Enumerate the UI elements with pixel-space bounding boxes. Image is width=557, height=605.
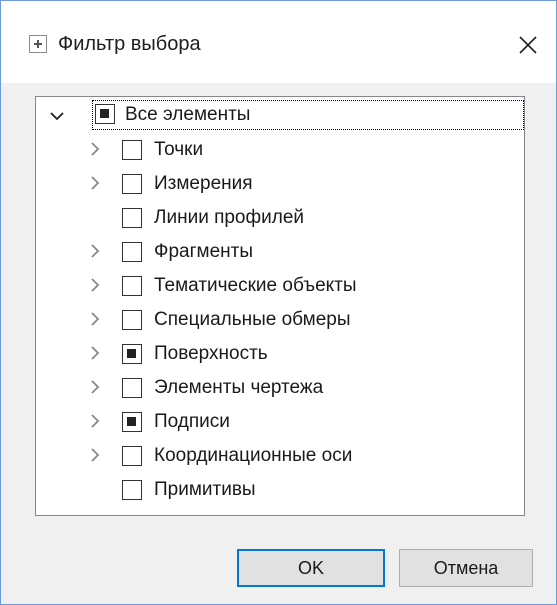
tree-item-label: Специальные обмеры <box>154 309 351 330</box>
tree-item[interactable]: Тематические объекты <box>36 270 524 302</box>
tree-item-checkbox[interactable] <box>122 276 142 296</box>
tree-item[interactable]: Подписи <box>36 406 524 438</box>
chevron-right-icon[interactable] <box>88 414 102 428</box>
tree-item-checkbox[interactable] <box>122 242 142 262</box>
tree-item-checkbox[interactable] <box>122 446 142 466</box>
tree-item-checkbox[interactable] <box>122 412 142 432</box>
title-bar: Фильтр выбора <box>1 1 556 83</box>
tree-item-label: Элементы чертежа <box>154 377 324 398</box>
root-checkbox[interactable] <box>95 104 115 124</box>
tree-item-label: Координационные оси <box>154 445 353 466</box>
dialog-plus-icon <box>29 35 47 53</box>
tree-item[interactable]: Координационные оси <box>36 440 524 472</box>
tree-item[interactable]: Элементы чертежа <box>36 372 524 404</box>
tree-item-label: Примитивы <box>154 479 256 500</box>
chevron-right-icon[interactable] <box>88 380 102 394</box>
tree-item-label: Линии профилей <box>154 207 305 228</box>
tree-item-checkbox[interactable] <box>122 310 142 330</box>
window-title: Фильтр выбора <box>58 33 201 55</box>
tree-item[interactable]: Специальные обмеры <box>36 304 524 336</box>
dialog-window: Фильтр выбора Все элементы Точки Измерени… <box>0 0 557 605</box>
tree-item[interactable]: Примитивы <box>36 474 524 506</box>
tree-item-checkbox[interactable] <box>122 480 142 500</box>
tree-item[interactable]: Точки <box>36 134 524 166</box>
tree-item-label: Точки <box>154 139 204 160</box>
tree-item[interactable]: Фрагменты <box>36 236 524 268</box>
tree-item-checkbox[interactable] <box>122 140 142 160</box>
tree-item[interactable]: Линии профилей <box>36 202 524 234</box>
close-icon <box>519 36 537 54</box>
chevron-right-icon[interactable] <box>88 142 102 156</box>
ok-button[interactable]: OK <box>237 549 385 587</box>
tree-item-label: Измерения <box>154 173 253 194</box>
tree-item-label: Фрагменты <box>154 241 253 262</box>
tree-item-checkbox[interactable] <box>122 208 142 228</box>
tree-item[interactable]: Измерения <box>36 168 524 200</box>
tree-item[interactable]: Поверхность <box>36 338 524 370</box>
close-button[interactable] <box>508 25 548 65</box>
chevron-right-icon[interactable] <box>88 312 102 326</box>
tree-root-row[interactable]: Все элементы <box>92 100 524 130</box>
tree-item-label: Поверхность <box>154 343 268 364</box>
chevron-down-icon[interactable] <box>50 109 64 123</box>
selection-tree[interactable]: Все элементы Точки Измерения Линии профиле… <box>35 96 525 516</box>
chevron-right-icon[interactable] <box>88 346 102 360</box>
tree-item-checkbox[interactable] <box>122 344 142 364</box>
chevron-right-icon[interactable] <box>88 244 102 258</box>
tree-item-label: Подписи <box>154 411 230 432</box>
tree-item-checkbox[interactable] <box>122 378 142 398</box>
chevron-right-icon[interactable] <box>88 448 102 462</box>
chevron-right-icon[interactable] <box>88 176 102 190</box>
chevron-right-icon[interactable] <box>88 278 102 292</box>
tree-item-label: Тематические объекты <box>154 275 357 296</box>
cancel-button[interactable]: Отмена <box>399 549 533 587</box>
tree-item-checkbox[interactable] <box>122 174 142 194</box>
tree-root-label: Все элементы <box>125 104 251 125</box>
